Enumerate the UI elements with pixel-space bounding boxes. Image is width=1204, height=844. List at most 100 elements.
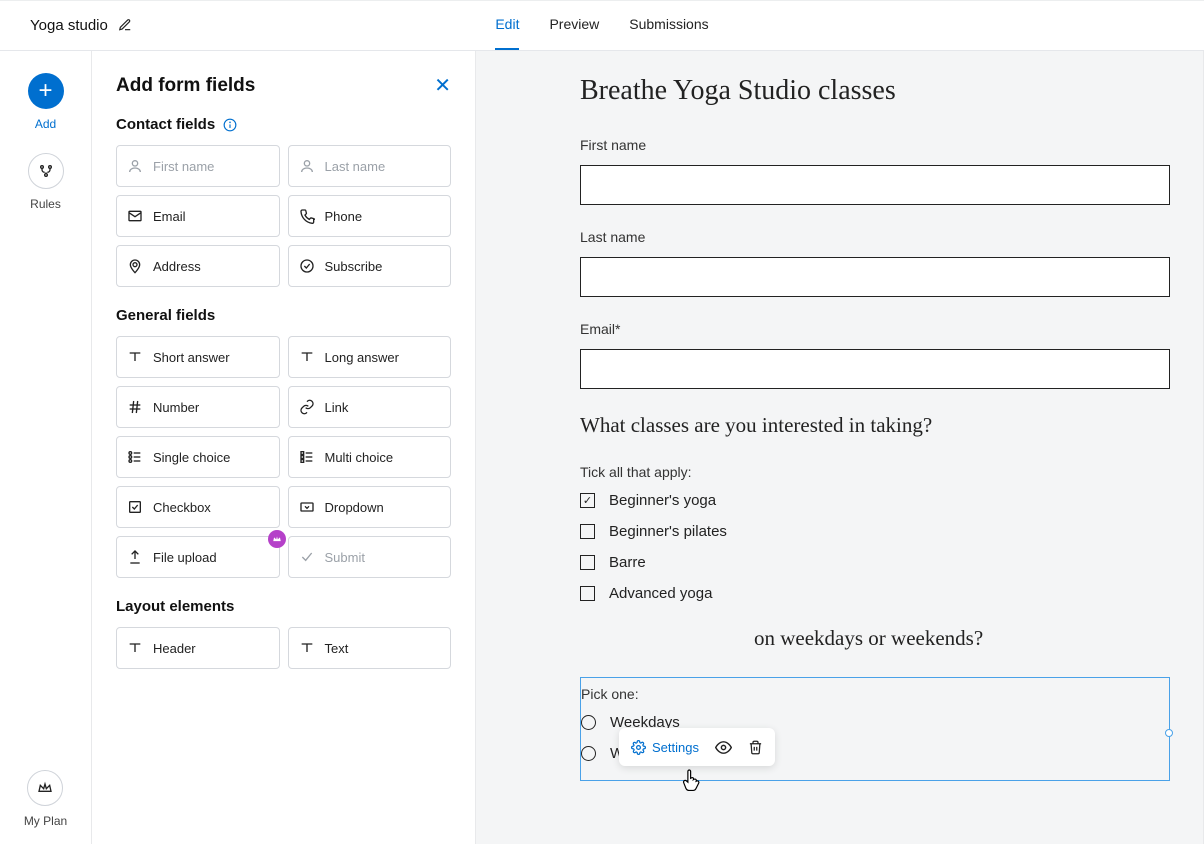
crown-icon: [27, 770, 63, 806]
field-subscribe-label: Subscribe: [325, 259, 383, 274]
dropdown-icon: [299, 499, 315, 515]
fields-panel: Add form fields ✕ Contact fields First n…: [92, 51, 476, 844]
form-name[interactable]: Yoga studio: [0, 17, 132, 34]
rail-rules[interactable]: Rules: [28, 153, 64, 211]
resize-handle[interactable]: [1165, 729, 1173, 737]
tab-edit[interactable]: Edit: [495, 0, 519, 50]
rail-plan[interactable]: My Plan: [24, 770, 67, 828]
toolbar-visibility[interactable]: [715, 739, 732, 756]
field-text[interactable]: Text: [288, 627, 452, 669]
header-icon: [127, 640, 143, 656]
eye-icon: [715, 739, 732, 756]
panel-title: Add form fields: [116, 75, 255, 97]
pencil-icon[interactable]: [118, 18, 132, 32]
field-number[interactable]: Number: [116, 386, 280, 428]
field-file-upload[interactable]: File upload: [116, 536, 280, 578]
form-canvas[interactable]: Breathe Yoga Studio classes First name L…: [580, 51, 1204, 844]
header-top-border: [0, 0, 1204, 1]
checklist-icon: [299, 449, 315, 465]
input-email[interactable]: [580, 349, 1170, 389]
field-email-label: Email: [153, 209, 186, 224]
field-dropdown[interactable]: Dropdown: [288, 486, 452, 528]
upload-icon: [127, 549, 143, 565]
checkbox-icon: [580, 524, 595, 539]
checkbox-icon: [580, 586, 595, 601]
field-long-answer[interactable]: Long answer: [288, 336, 452, 378]
field-last-name-label: Last name: [325, 159, 386, 174]
checkbox-icon: [127, 499, 143, 515]
radio-icon: [581, 715, 596, 730]
phone-icon: [299, 208, 315, 224]
toolbar-delete[interactable]: [748, 740, 763, 755]
rail-plan-label: My Plan: [24, 814, 67, 828]
tab-submissions[interactable]: Submissions: [629, 0, 708, 50]
gear-icon: [631, 740, 646, 755]
field-file-upload-label: File upload: [153, 550, 217, 565]
field-email[interactable]: Email: [116, 195, 280, 237]
choice-advanced-yoga[interactable]: Advanced yoga: [580, 585, 1170, 602]
field-last-name[interactable]: Last name: [288, 145, 452, 187]
info-icon[interactable]: [223, 118, 237, 132]
preview-first-name[interactable]: First name: [580, 137, 1170, 205]
person-icon: [127, 158, 143, 174]
field-header-label: Header: [153, 641, 196, 656]
radio-icon: [581, 746, 596, 761]
field-submit[interactable]: Submit: [288, 536, 452, 578]
field-short-answer[interactable]: Short answer: [116, 336, 280, 378]
tab-preview[interactable]: Preview: [549, 0, 599, 50]
toolbar-settings[interactable]: Settings: [631, 740, 699, 755]
field-checkbox[interactable]: Checkbox: [116, 486, 280, 528]
rail-add[interactable]: + Add: [28, 73, 64, 131]
form-heading: Breathe Yoga Studio classes: [580, 75, 1170, 107]
field-link[interactable]: Link: [288, 386, 452, 428]
choice-beginners-pilates[interactable]: Beginner's pilates: [580, 523, 1170, 540]
input-last-name[interactable]: [580, 257, 1170, 297]
field-phone[interactable]: Phone: [288, 195, 452, 237]
field-dropdown-label: Dropdown: [325, 500, 384, 515]
field-checkbox-label: Checkbox: [153, 500, 211, 515]
field-first-name[interactable]: First name: [116, 145, 280, 187]
section-general: General fields: [116, 307, 451, 324]
subheading-days: on weekdays or weekends?: [754, 626, 1170, 651]
preview-last-name[interactable]: Last name: [580, 229, 1170, 297]
field-address[interactable]: Address: [116, 245, 280, 287]
envelope-icon: [127, 208, 143, 224]
field-single-choice[interactable]: Single choice: [116, 436, 280, 478]
choice-label: Barre: [609, 554, 646, 571]
field-submit-label: Submit: [325, 550, 365, 565]
field-subscribe[interactable]: Subscribe: [288, 245, 452, 287]
section-contact-label: Contact fields: [116, 116, 215, 133]
header-tabs: Edit Preview Submissions: [0, 0, 1204, 50]
field-header[interactable]: Header: [116, 627, 280, 669]
branch-icon: [28, 153, 64, 189]
hash-icon: [127, 399, 143, 415]
preview-email[interactable]: Email*: [580, 321, 1170, 389]
trash-icon: [748, 740, 763, 755]
section-layout: Layout elements: [116, 598, 451, 615]
label-first-name: First name: [580, 137, 1170, 153]
input-first-name[interactable]: [580, 165, 1170, 205]
field-first-name-label: First name: [153, 159, 214, 174]
section-layout-label: Layout elements: [116, 598, 234, 615]
close-icon[interactable]: ✕: [434, 73, 451, 98]
preview-multichoice[interactable]: Tick all that apply: Beginner's yoga Beg…: [580, 464, 1170, 602]
location-icon: [127, 258, 143, 274]
section-general-label: General fields: [116, 307, 215, 324]
choice-label: Beginner's yoga: [609, 492, 716, 509]
text-icon: [127, 349, 143, 365]
plus-icon: +: [28, 73, 64, 109]
toolbar-settings-label: Settings: [652, 740, 699, 755]
field-number-label: Number: [153, 400, 199, 415]
field-multi-choice[interactable]: Multi choice: [288, 436, 452, 478]
choice-beginners-yoga[interactable]: Beginner's yoga: [580, 492, 1170, 509]
canvas-area: Breathe Yoga Studio classes First name L…: [476, 51, 1204, 844]
form-name-text: Yoga studio: [30, 17, 108, 34]
choice-label: Advanced yoga: [609, 585, 712, 602]
person-icon: [299, 158, 315, 174]
choice-barre[interactable]: Barre: [580, 554, 1170, 571]
field-address-label: Address: [153, 259, 201, 274]
text-icon: [299, 349, 315, 365]
label-last-name: Last name: [580, 229, 1170, 245]
radio-list-icon: [127, 449, 143, 465]
field-multi-choice-label: Multi choice: [325, 450, 394, 465]
